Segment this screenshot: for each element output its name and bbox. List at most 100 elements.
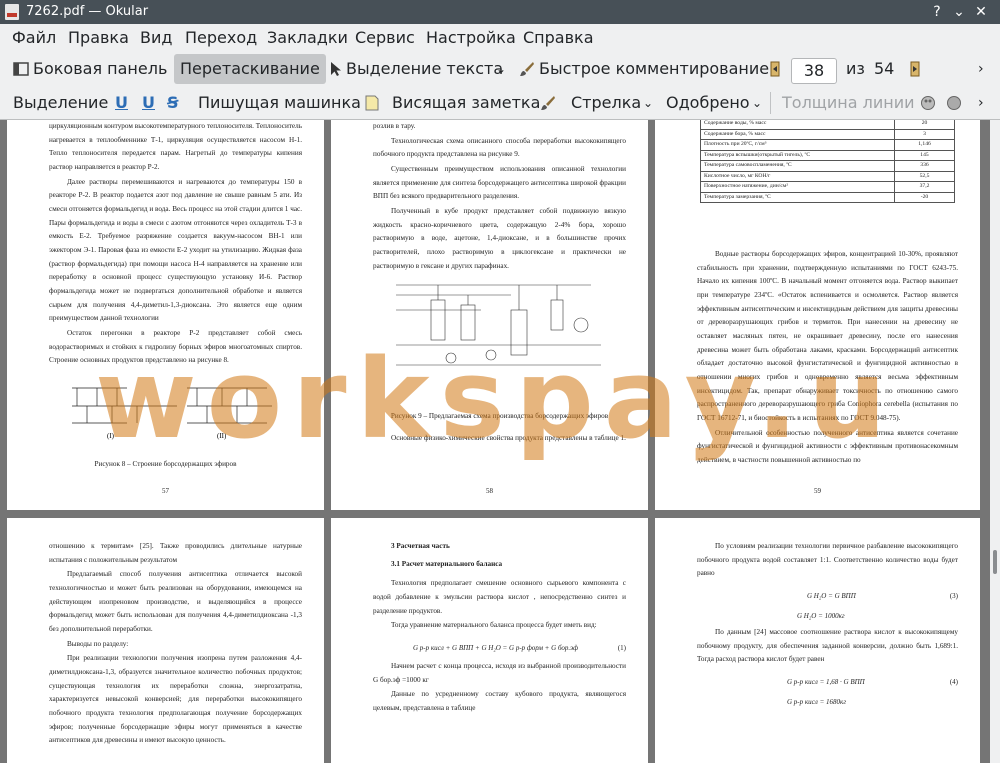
highlight-button[interactable]: Выделение [13,86,108,120]
text-selection-button[interactable]: Выделение текста [346,52,503,86]
menu-edit[interactable]: Правка [68,28,129,47]
paragraph: По условиям реализации технологии первич… [697,542,958,578]
scrollbar-thumb[interactable] [993,550,997,574]
menu-bookmarks[interactable]: Закладки [267,28,348,47]
toolbar-separator [770,92,771,114]
table-cell-property: Плотность при 20ºС, г/см³ [700,139,895,151]
chevron-down-icon[interactable]: ⌄ [752,86,762,120]
browse-mode-button[interactable]: Перетаскивание [174,54,326,84]
equation: G р-р кисл = 1680кг [787,698,847,707]
paragraph: Водные растворы борсодержащих эфиров, ко… [697,250,958,423]
page-number: 59 [814,486,821,495]
stamp-button[interactable]: Одобрено [666,86,750,120]
minimize-button[interactable]: ⌄ [950,3,968,21]
figure-caption: Рисунок 9 – Предлагаемая схема производс… [390,412,609,420]
chevron-down-icon[interactable]: ⌄ [643,86,653,120]
table-cell-value: 20 [894,120,955,130]
equation-number: (3) [949,592,958,601]
table-cell-property: Кислотное число, мг КОН/г [700,170,895,182]
table-row: Содержание бора, % масс 3 [700,128,955,140]
help-icon[interactable]: ? [928,3,946,21]
table-cell-value: 145 [894,149,955,161]
typewriter-button[interactable]: Пишущая машинка [198,86,361,120]
paragraph: Далее растворы перемешиваются и нагреваю… [49,177,302,323]
paragraph: отношению к термитам» [25]. Также провод… [49,542,302,564]
paragraph: Предлагаемый способ получения антисептик… [49,570,302,634]
sidebar-icon [13,62,29,76]
page-of-label: из [846,59,865,78]
window-title: 7262.pdf — Okular [26,4,149,19]
equation: G H₂O = G ВПП [807,592,856,601]
cursor-icon [331,62,341,76]
paragraph: Основные физико-химические свойства прод… [391,434,626,442]
table-cell-value: 52,5 [894,170,955,182]
table-cell-property: Поверхностное натяжение, дин/см² [700,181,895,193]
underline-icon[interactable]: U [115,86,128,120]
equation: G H₂O = 1000кг [797,612,845,621]
paragraph: Данные по усредненному составу кубового … [373,690,626,713]
sidebar-toggle-button[interactable]: Боковая панель [33,52,167,86]
properties-table: Содержание воды, % масс 20 Содержание бора… [700,120,955,203]
color-palette-icon[interactable] [920,95,936,111]
structure-label-1: (I) [107,432,115,440]
table-cell-value: 37,2 [894,181,955,193]
equation-number: (4) [949,678,958,687]
menu-help[interactable]: Справка [523,28,594,47]
menu-go[interactable]: Переход [185,28,257,47]
page-58: розлив в тару. Технологическая схема опи… [331,120,648,510]
menu-view[interactable]: Вид [140,28,172,47]
table-cell-value: 336 [894,160,955,172]
paragraph: По данным [24] массовое соотношение раст… [697,628,958,664]
menu-file[interactable]: Файл [12,28,56,47]
popup-note-button[interactable]: Висящая заметка [392,86,540,120]
structure-label-2: (II) [217,432,227,440]
figure-caption: Рисунок 8 – Строение борсодержащих эфиро… [94,460,237,468]
paragraph: розлив в тару. [373,122,416,130]
quick-annotations-button[interactable]: Быстрое комментирование [539,52,769,86]
chevron-down-icon[interactable]: ⌄ [496,52,506,86]
equation: G р-р кисл + G ВПП + G H₂O = G р-р форм … [413,644,579,653]
section-heading: 3 Расчетная часть [391,542,450,550]
arrow-button[interactable]: Стрелка [571,86,641,120]
previous-page-icon[interactable] [767,61,783,77]
page-number: 58 [486,486,493,495]
menu-bar: Файл Правка Вид Переход Закладки Сервис … [0,24,1000,52]
paragraph: При реализации технологии получения изоп… [49,654,302,745]
document-view[interactable]: циркуляционным контуром высокотемператур… [0,120,990,763]
table-cell-property: Температура самовоспламенения, ºС [700,160,895,172]
paragraph: Начнем расчет с конца процесса, исходя и… [373,662,626,684]
fill-color-icon[interactable] [946,95,962,111]
close-button[interactable]: ✕ [972,3,990,21]
page-60: отношению к термитам» [25]. Также провод… [7,518,324,763]
page-57: циркуляционным контуром высокотемператур… [7,120,324,510]
table-cell-value: 3 [894,128,955,140]
paragraph: Тогда уравнение материального баланса пр… [391,621,597,630]
page-number-input[interactable]: 38 [791,58,837,84]
pdf-file-icon [5,4,19,20]
page-61: 3 Расчетная часть 3.1 Расчет материально… [331,518,648,763]
arrow-tool-icon [541,96,555,110]
toolbar-overflow-icon[interactable]: › [978,52,984,86]
table-cell-property: Температура вспышки(открытый тигель), ºС [700,149,895,161]
table-cell-property: Содержание воды, % масс [700,120,895,130]
squiggly-underline-icon[interactable]: U [142,86,155,120]
paragraph: Существенным преимуществом использования… [373,165,626,201]
equation: G р-р кисл = 1,68 · G ВПП [787,678,865,687]
paragraph: Отличительной особенностью полученного а… [697,428,958,465]
next-page-icon[interactable] [907,61,923,77]
menu-tools[interactable]: Сервис [355,28,415,47]
menu-settings[interactable]: Настройка [426,28,516,47]
table-cell-property: Температура замерзания, ºС [700,191,895,203]
table-cell-property: Содержание бора, % масс [700,128,895,140]
table-row: Поверхностное натяжение, дин/см² 37,2 [700,181,955,193]
paragraph: Технология предполагает смешение основно… [373,579,626,615]
toolbar-overflow-icon[interactable]: › [978,86,984,120]
line-width-button[interactable]: Толщина линии [782,86,915,120]
process-flow-diagram [396,284,601,366]
equation-number: (1) [617,644,626,653]
section-heading: 3.1 Расчет материального баланса [391,559,503,568]
table-row: Кислотное число, мг КОН/г 52,5 [700,170,955,182]
page-number: 57 [162,486,169,495]
strikeout-icon[interactable]: Ꞩ [167,86,179,120]
vertical-scrollbar[interactable] [990,120,1000,763]
